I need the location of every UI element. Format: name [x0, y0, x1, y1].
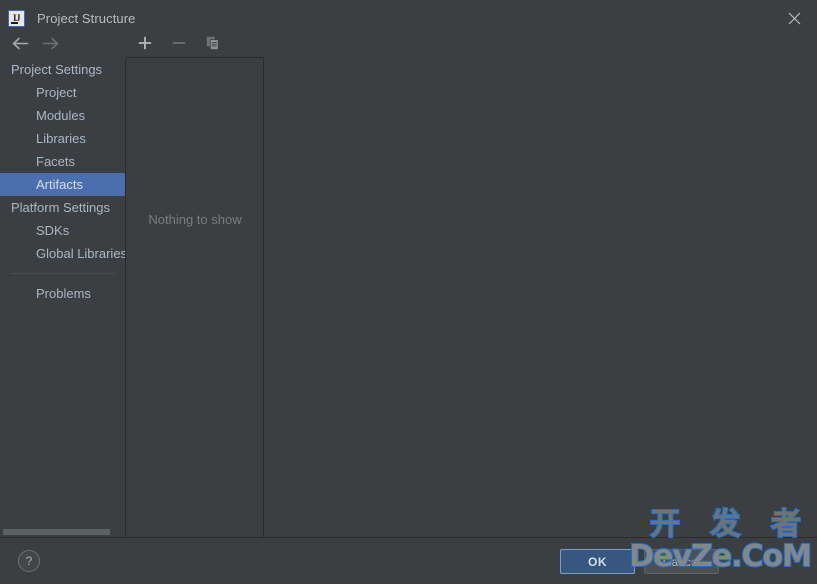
sidebar-item-label: Artifacts	[36, 177, 83, 192]
arrow-right-icon	[41, 35, 59, 53]
sidebar-item-project[interactable]: Project	[0, 81, 125, 104]
arrow-left-icon[interactable]	[11, 35, 29, 53]
cancel-button[interactable]: Cancel	[644, 549, 719, 574]
sidebar-item-modules[interactable]: Modules	[0, 104, 125, 127]
help-button[interactable]: ?	[18, 550, 40, 572]
sidebar-list: Project Settings Project Modules Librari…	[0, 58, 125, 305]
sidebar-item-artifacts[interactable]: Artifacts	[0, 173, 125, 196]
sidebar-divider	[10, 273, 115, 274]
sidebar-item-label: Platform Settings	[11, 200, 110, 215]
copy-icon	[204, 34, 222, 52]
dialog-footer: ? OK Cancel	[0, 537, 817, 584]
ok-button[interactable]: OK	[560, 549, 635, 574]
navigation-toolbar	[0, 29, 125, 58]
artifacts-toolbar	[126, 29, 264, 58]
sidebar-item-label: Modules	[36, 108, 86, 123]
sidebar-item-label: Project	[36, 85, 77, 100]
sidebar-item-facets[interactable]: Facets	[0, 150, 125, 173]
sidebar-item-label: Libraries	[36, 131, 86, 146]
sidebar-item-sdks[interactable]: SDKs	[0, 219, 125, 242]
sidebar-item-label: Project Settings	[11, 62, 103, 77]
sidebar-item-label: Facets	[36, 154, 76, 169]
sidebar-item-label: Problems	[36, 286, 91, 301]
scrollbar-thumb[interactable]	[3, 529, 110, 535]
sidebar-item-problems[interactable]: Problems	[0, 282, 125, 305]
settings-sidebar[interactable]: Project Settings Project Modules Librari…	[0, 58, 126, 537]
sidebar-item-label: Global Libraries	[36, 246, 125, 261]
artifacts-list-panel[interactable]: Nothing to show	[126, 58, 264, 537]
intellij-idea-icon: IJ	[8, 9, 25, 27]
sidebar-item-global-libraries[interactable]: Global Libraries	[0, 242, 125, 265]
sidebar-horizontal-scrollbar[interactable]	[0, 527, 125, 537]
artifact-detail-panel	[265, 29, 817, 537]
empty-state-message: Nothing to show	[148, 212, 242, 227]
minus-icon	[170, 34, 188, 52]
project-structure-dialog: IJ Project Structure Project Settings Pr…	[0, 0, 817, 584]
sidebar-item-platform-settings[interactable]: Platform Settings	[0, 196, 125, 219]
sidebar-item-libraries[interactable]: Libraries	[0, 127, 125, 150]
sidebar-item-label: SDKs	[36, 223, 70, 238]
window-title: Project Structure	[37, 10, 136, 26]
plus-icon[interactable]	[136, 34, 154, 52]
sidebar-item-project-settings[interactable]: Project Settings	[0, 58, 125, 81]
